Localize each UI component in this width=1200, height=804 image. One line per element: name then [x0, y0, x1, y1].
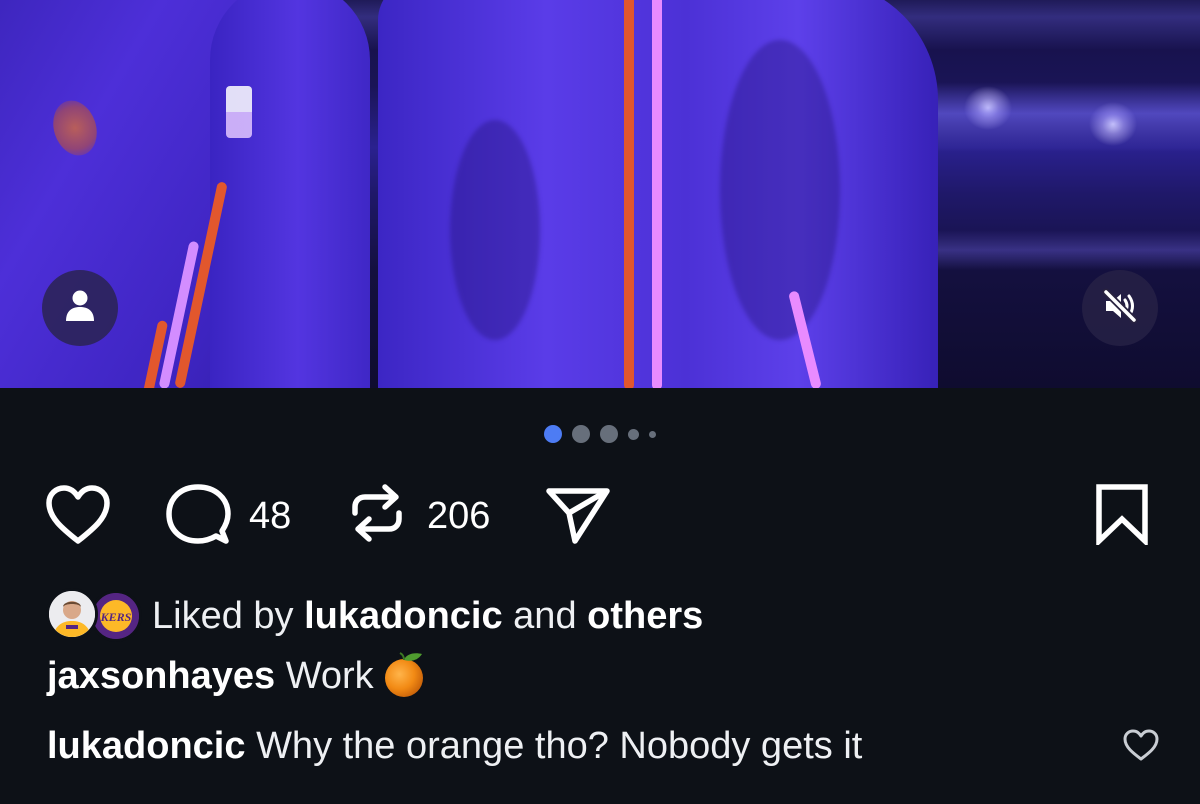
tagged-people-button[interactable]: [42, 270, 118, 346]
repost-count[interactable]: 206: [427, 496, 490, 536]
share-button[interactable]: [542, 484, 614, 550]
send-paper-plane-icon: [543, 483, 613, 552]
arena-crowd-band: [920, 230, 1200, 270]
carousel-dot: [628, 428, 639, 440]
liked-by-others-link[interactable]: others: [587, 595, 703, 637]
avatar-lukadoncic[interactable]: [46, 588, 98, 640]
speaker-muted-icon: [1100, 286, 1140, 331]
warmup-sleeve-left: [210, 0, 370, 388]
liked-by-text: Liked by lukadoncic and others: [152, 588, 703, 644]
repost-button[interactable]: [344, 480, 410, 550]
post-caption: jaxsonhayes Work: [47, 652, 428, 702]
like-button[interactable]: [42, 484, 114, 550]
carousel-indicator: [0, 424, 1200, 444]
liked-by-username[interactable]: lukadoncic: [304, 595, 503, 637]
mute-toggle-button[interactable]: [1082, 270, 1158, 346]
orange-emoji-icon: [382, 650, 428, 698]
carousel-dot: [649, 430, 656, 438]
save-button[interactable]: [1092, 483, 1152, 550]
heart-icon: [43, 484, 113, 551]
bookmark-icon: [1093, 483, 1151, 550]
zipper-stripe: [624, 0, 634, 388]
comment-username[interactable]: lukadoncic: [47, 725, 246, 767]
liked-by-prefix: Liked by: [152, 595, 294, 637]
liked-by-joiner: and: [513, 595, 577, 637]
comment-count[interactable]: 48: [249, 496, 291, 536]
carousel-dot-active: [544, 425, 562, 443]
jacket-fold: [450, 120, 540, 340]
post-media-image[interactable]: [0, 0, 1200, 388]
repost-icon: [345, 479, 409, 552]
arena-light-band: [900, 82, 1200, 152]
zipper-stripe: [652, 0, 662, 388]
caption-username[interactable]: jaxsonhayes: [47, 655, 275, 697]
comment-button[interactable]: [162, 483, 234, 552]
comment-bubble-icon: [165, 483, 231, 552]
carousel-dot: [572, 425, 590, 443]
comment-like-button[interactable]: [1120, 728, 1162, 766]
liked-by-row[interactable]: KERS Liked by lukadoncic and others: [46, 588, 1146, 644]
nba-logo-patch: [226, 86, 252, 138]
person-icon: [64, 289, 96, 328]
heart-outline-icon: [1122, 728, 1160, 767]
comment-text: Why the orange tho? Nobody gets it: [256, 725, 863, 767]
svg-text:KERS: KERS: [100, 610, 132, 624]
carousel-dot: [600, 425, 618, 443]
caption-text: Work: [285, 655, 374, 697]
top-comment[interactable]: lukadoncic Why the orange tho? Nobody ge…: [47, 722, 862, 770]
jacket-fold: [720, 40, 840, 340]
